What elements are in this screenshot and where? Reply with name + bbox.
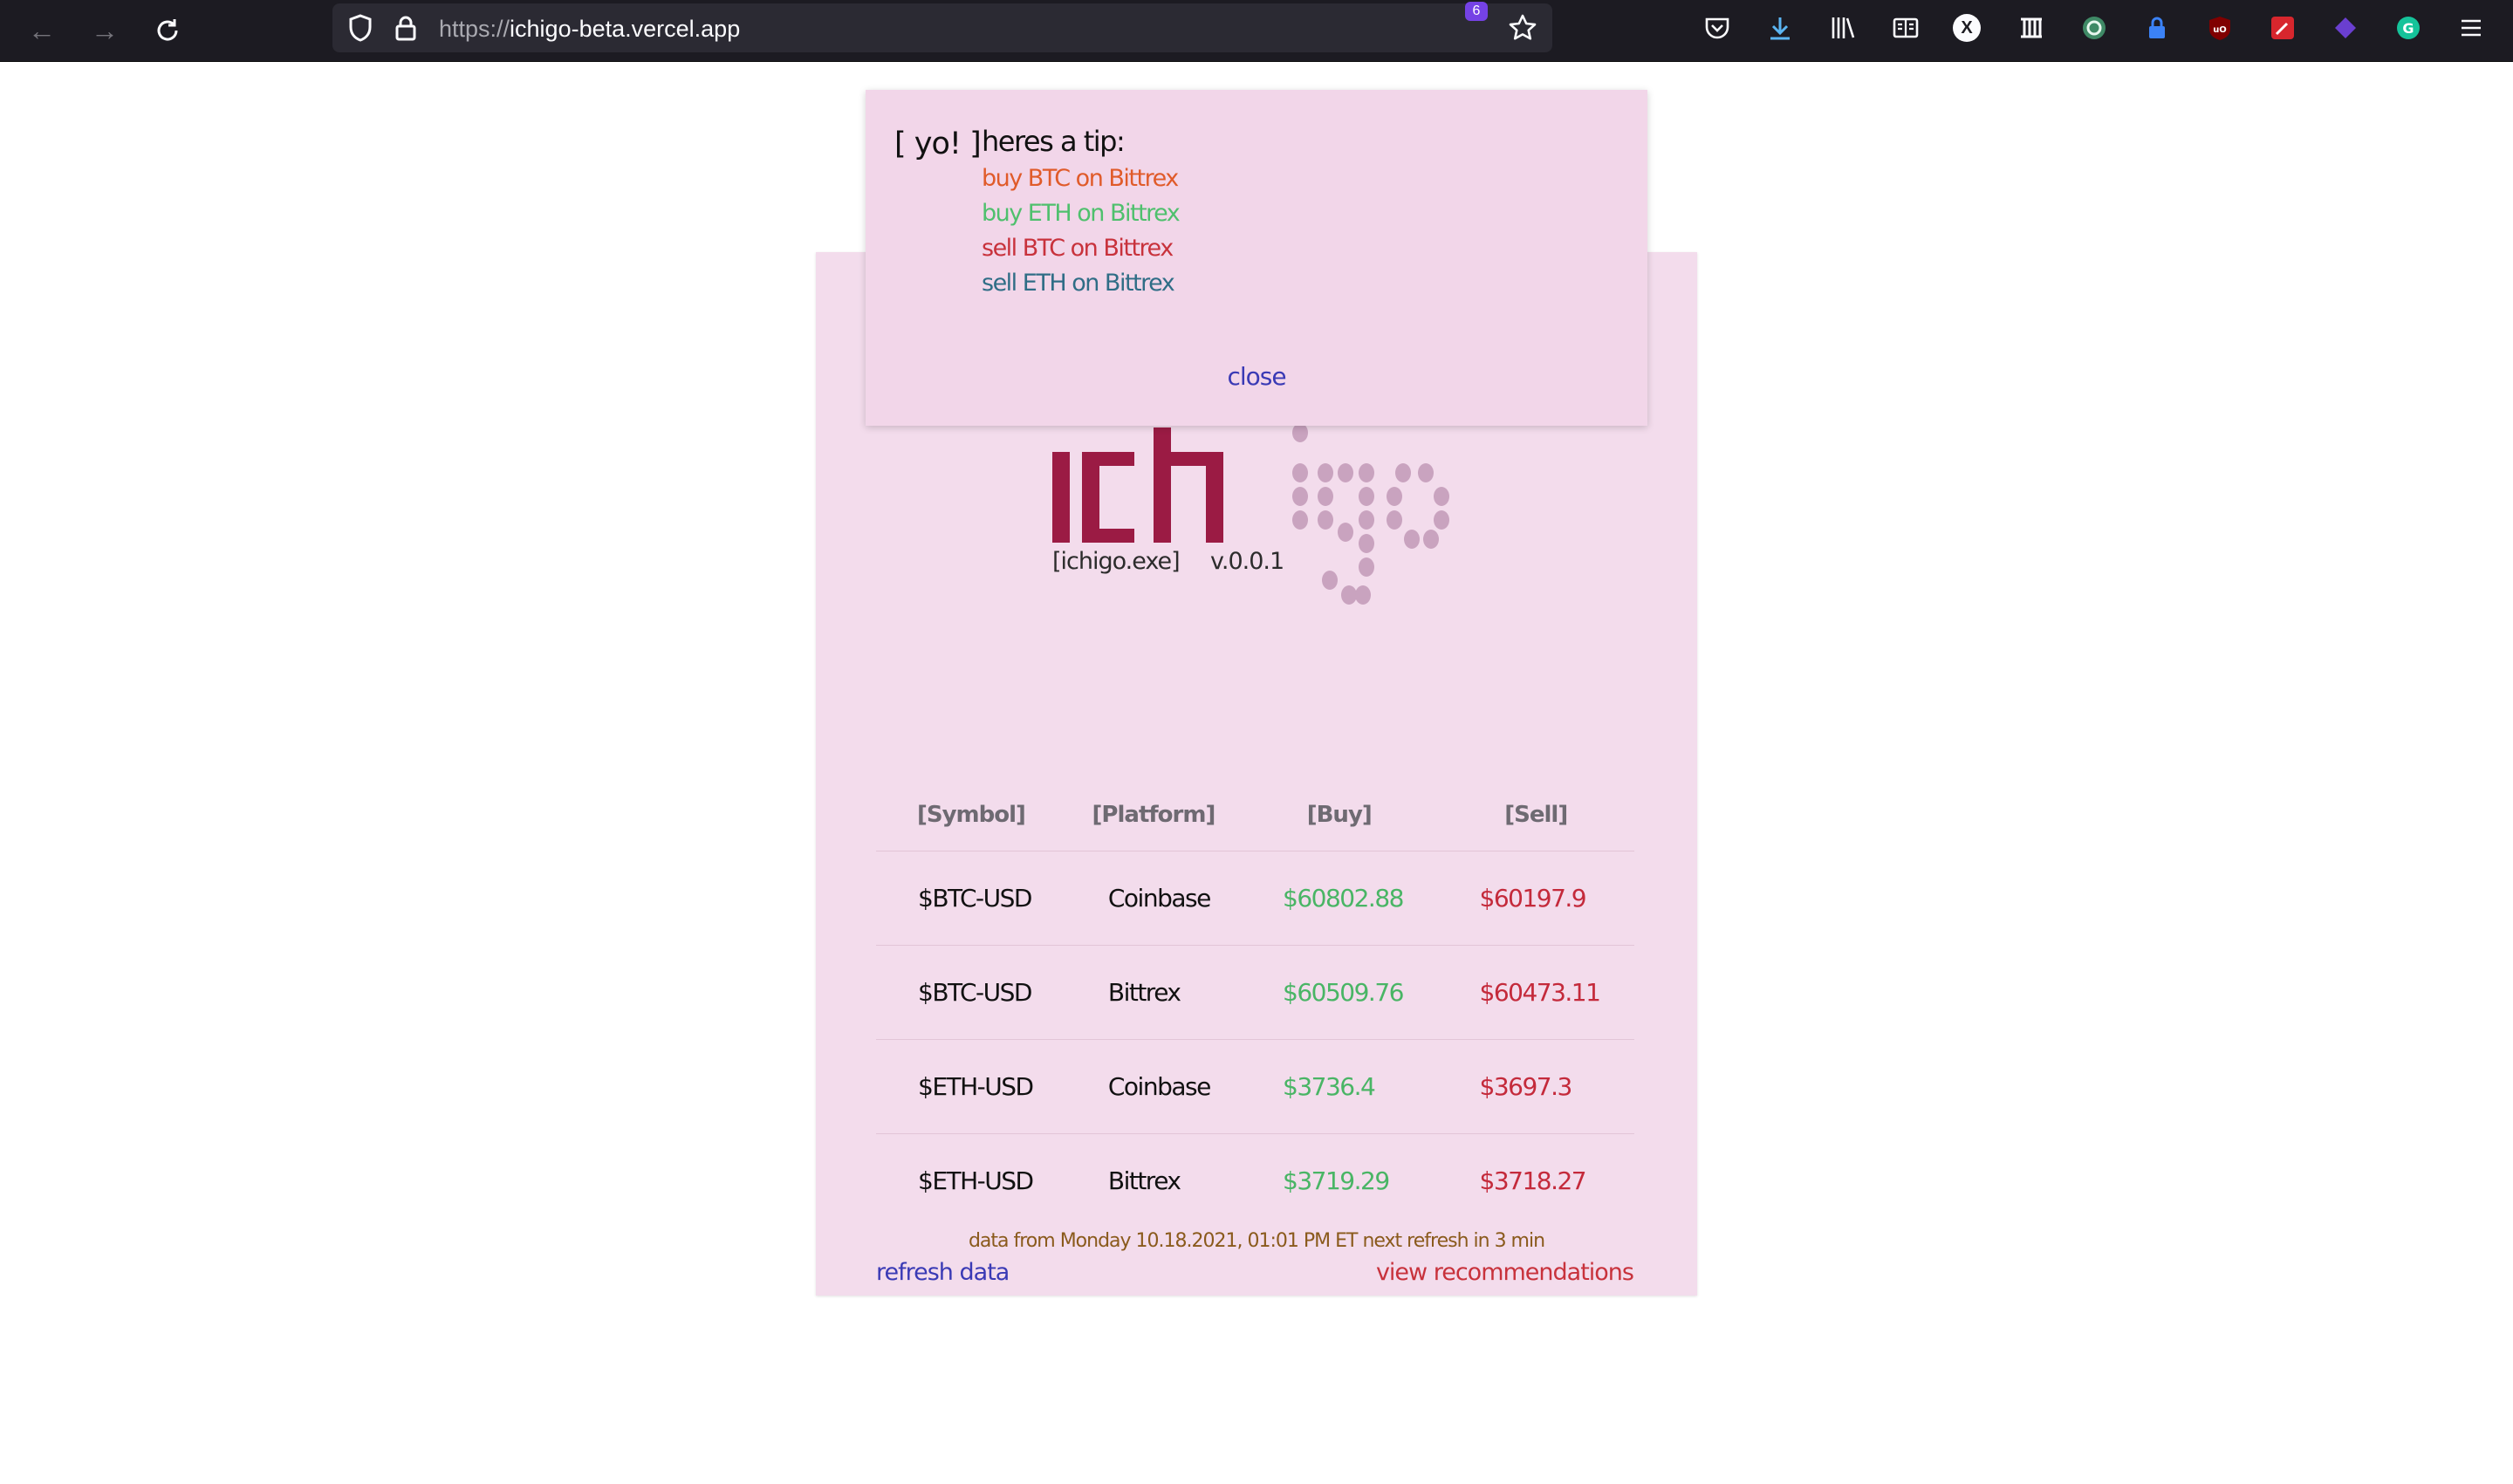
cell-sell: $3718.27 [1479,1166,1587,1195]
price-table: [Symbol] [Platform] [Buy] [Sell] $BTC-US… [876,779,1634,1228]
svg-text:uO: uO [2213,25,2227,35]
tip-item: buy ETH on Bittrex [982,200,1181,227]
table-row: $ETH-USD Coinbase $3736.4 $3697.3 [876,1039,1634,1134]
bookmark-star-icon[interactable] [1507,12,1538,44]
logo-filename: [ichigo.exe] [1052,548,1181,575]
extension-badge: 6 [1465,2,1488,21]
toast-close-button[interactable]: close [866,362,1647,391]
reload-icon[interactable] [146,9,189,52]
hamburger-menu-icon[interactable] [2455,12,2487,44]
url-protocol: https:// [439,16,510,42]
back-arrow-icon[interactable]: ← [20,9,64,52]
toast-title: heres a tip: [982,125,1126,158]
toast-tag: [ yo! ] [894,127,982,161]
cell-platform: Coinbase [1065,851,1242,946]
purple-extension-icon[interactable] [2330,12,2361,44]
shield-icon[interactable] [345,12,376,44]
table-row: $ETH-USD Bittrex $3719.29 $3718.27 [876,1134,1634,1228]
header-platform: [Platform] [1065,779,1242,851]
cell-symbol: $BTC-USD [876,851,1066,946]
cell-sell: $60473.11 [1437,945,1634,1040]
tip-item: sell BTC on Bittrex [982,235,1174,262]
library-icon[interactable] [1827,12,1859,44]
cell-sell: $60197.9 [1437,851,1634,946]
tip-item: buy BTC on Bittrex [982,165,1179,192]
cell-buy: $3719.29 [1283,1166,1390,1195]
grid-extension-icon[interactable] [2016,12,2047,44]
svg-text:G: G [2402,20,2414,37]
ublock-icon[interactable]: uO [2204,12,2236,44]
cell-symbol: $ETH-USD [876,1039,1066,1134]
browser-toolbar: ← → https://ichigo-beta.vercel.app X uO … [0,0,2513,62]
ichigo-logo-mark [1052,423,1449,605]
logo-version: v.0.0.1 [1210,548,1284,575]
reader-view-icon[interactable] [1890,12,1921,44]
table-header-row: [Symbol] [Platform] [Buy] [Sell] [876,779,1634,851]
grammarly-icon[interactable]: G [2393,12,2424,44]
view-recommendations-link[interactable]: view recommendations [1376,1259,1634,1286]
cell-platform: Coinbase [1065,1039,1242,1134]
cell-sell: $3697.3 [1437,1039,1634,1134]
cell-symbol: $ETH-USD [918,1166,1034,1195]
tip-item: sell ETH on Bittrex [982,270,1175,297]
cell-buy: $60802.88 [1241,851,1438,946]
header-sell: [Sell] [1437,779,1634,851]
cell-buy: $60509.76 [1241,945,1438,1040]
cell-symbol: $BTC-USD [876,945,1066,1040]
cell-platform: Bittrex [1107,1166,1181,1195]
cell-platform: Bittrex [1065,945,1242,1040]
header-buy: [Buy] [1241,779,1438,851]
url-host: ichigo-beta.vercel.app [510,16,741,42]
url-text[interactable]: https://ichigo-beta.vercel.app [439,16,740,43]
tip-toast: [ yo! ] heres a tip: buy BTC on Bittrex … [866,90,1647,426]
password-lock-icon[interactable] [2141,12,2173,44]
table-row: $BTC-USD Bittrex $60509.76 $60473.11 [876,945,1634,1040]
lock-icon[interactable] [390,12,421,44]
refresh-data-link[interactable]: refresh data [876,1259,1010,1286]
cell-buy: $3736.4 [1241,1039,1438,1134]
picker-extension-icon[interactable] [2267,12,2298,44]
sync-extension-icon[interactable] [2078,12,2110,44]
x-extension-icon[interactable]: X [1953,14,1981,42]
url-bar[interactable]: https://ichigo-beta.vercel.app [332,3,1552,52]
table-row: $BTC-USD Coinbase $60802.88 $60197.9 [876,851,1634,946]
data-timestamp-note: data from Monday 10.18.2021, 01:01 PM ET… [968,1230,1545,1252]
pocket-icon[interactable] [1702,12,1733,44]
download-icon[interactable] [1764,12,1796,44]
forward-arrow-icon[interactable]: → [83,9,127,52]
header-symbol: [Symbol] [876,779,1066,851]
